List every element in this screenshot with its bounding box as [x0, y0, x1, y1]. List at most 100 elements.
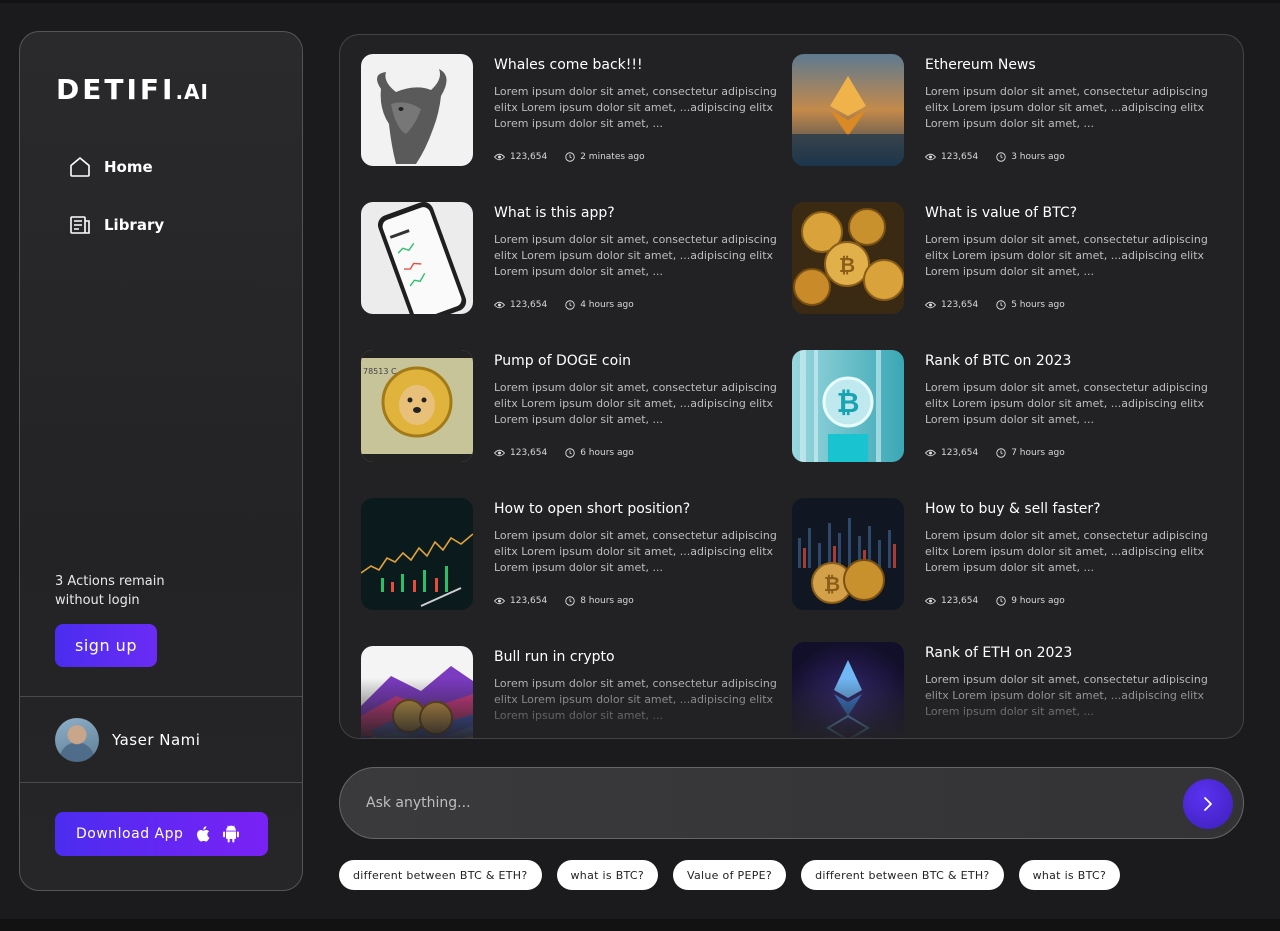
- eye-icon: [925, 301, 936, 309]
- ethereum-thumbnail: [792, 54, 904, 166]
- news-card[interactable]: 78513 C Pump of DOGE coin Lorem ipsum do…: [361, 350, 781, 465]
- phone-app-thumbnail: [361, 202, 473, 314]
- divider: [20, 696, 302, 697]
- card-meta: 123,654 3 hours ago: [925, 152, 1065, 162]
- card-title: How to open short position?: [494, 501, 691, 517]
- clock-icon: [996, 152, 1006, 162]
- suggestion-chip[interactable]: what is BTC?: [1018, 860, 1121, 890]
- news-card[interactable]: ₿ What is value of BTC? Lorem ipsum dolo…: [792, 202, 1212, 317]
- view-count: 123,654: [510, 448, 548, 458]
- news-feed[interactable]: Whales come back!!! Lorem ipsum dolor si…: [339, 34, 1244, 739]
- suggestion-chip[interactable]: different between BTC & ETH?: [339, 860, 542, 890]
- nav-label-home: Home: [104, 158, 153, 176]
- logo-suffix: .AI: [175, 80, 209, 104]
- signup-button[interactable]: sign up: [55, 624, 157, 667]
- actions-remaining: 3 Actions remain without login: [55, 572, 255, 610]
- clock-icon: [565, 448, 575, 458]
- apple-icon: [197, 826, 210, 842]
- download-app-button[interactable]: Download App: [55, 812, 268, 856]
- news-card[interactable]: What is this app? Lorem ipsum dolor sit …: [361, 202, 781, 317]
- eye-icon: [494, 301, 505, 309]
- btc-trading-thumbnail: ₿: [792, 498, 904, 610]
- news-card[interactable]: Bull run in crypto Lorem ipsum dolor sit…: [361, 646, 781, 738]
- clock-icon: [565, 152, 575, 162]
- suggestion-chip[interactable]: what is BTC?: [556, 860, 659, 890]
- send-button[interactable]: [1183, 779, 1233, 829]
- suggestion-chip[interactable]: Value of PEPE?: [673, 860, 787, 890]
- eye-icon: [925, 449, 936, 457]
- home-icon: [70, 157, 90, 177]
- view-count: 123,654: [510, 596, 548, 606]
- nav-item-library[interactable]: Library: [68, 213, 164, 237]
- card-meta: 123,654 4 hours ago: [494, 300, 634, 310]
- card-description: Lorem ipsum dolor sit amet, consectetur …: [925, 529, 1208, 574]
- view-count: 123,654: [510, 152, 548, 162]
- card-description: Lorem ipsum dolor sit amet, consectetur …: [925, 85, 1208, 130]
- svg-text:₿: ₿: [824, 572, 840, 596]
- news-card[interactable]: ₿ How to buy & sell faster? Lorem ipsum …: [792, 498, 1212, 613]
- clock-icon: [565, 300, 575, 310]
- top-edge: [0, 0, 1280, 3]
- svg-text:78513 C: 78513 C: [363, 367, 397, 376]
- card-description: Lorem ipsum dolor sit amet, consectetur …: [925, 673, 1208, 718]
- card-meta: 123,654 5 hours ago: [925, 300, 1065, 310]
- app-logo[interactable]: DETIFI.AI: [56, 73, 209, 106]
- bull-run-thumbnail: [361, 646, 473, 738]
- btc-rank-thumbnail: ₿: [792, 350, 904, 462]
- user-name[interactable]: Yaser Nami: [112, 731, 200, 749]
- svg-text:₿: ₿: [837, 386, 860, 419]
- logo-main: DETIFI: [56, 73, 176, 106]
- bull-thumbnail: [361, 54, 473, 166]
- card-meta: 123,654 6 hours ago: [494, 448, 634, 458]
- card-meta: 123,654 8 hours ago: [494, 596, 634, 606]
- card-title: Rank of ETH on 2023: [925, 645, 1073, 661]
- post-time: 5 hours ago: [1011, 300, 1065, 310]
- ask-bar: [339, 767, 1244, 839]
- platform-icons: [195, 823, 241, 845]
- post-time: 8 hours ago: [580, 596, 634, 606]
- news-card[interactable]: ₿ Rank of BTC on 2023 Lorem ipsum dolor …: [792, 350, 1212, 465]
- doge-coin-thumbnail: 78513 C: [361, 350, 473, 462]
- card-title: What is this app?: [494, 205, 615, 221]
- card-title: Rank of BTC on 2023: [925, 353, 1072, 369]
- library-icon: [70, 216, 90, 234]
- news-card[interactable]: Rank of ETH on 2023 Lorem ipsum dolor si…: [792, 642, 1212, 738]
- view-count: 123,654: [510, 300, 548, 310]
- news-card[interactable]: How to open short position? Lorem ipsum …: [361, 498, 781, 613]
- card-meta: 123,654 9 hours ago: [925, 596, 1065, 606]
- download-label: Download App: [76, 826, 184, 842]
- card-description: Lorem ipsum dolor sit amet, consectetur …: [494, 85, 777, 130]
- post-time: 4 hours ago: [580, 300, 634, 310]
- card-meta: 123,654 2 minates ago: [494, 152, 645, 162]
- actions-line-1: 3 Actions remain: [55, 574, 165, 589]
- view-count: 123,654: [941, 448, 979, 458]
- news-card[interactable]: Whales come back!!! Lorem ipsum dolor si…: [361, 54, 781, 169]
- post-time: 7 hours ago: [1011, 448, 1065, 458]
- news-card[interactable]: Ethereum News Lorem ipsum dolor sit amet…: [792, 54, 1212, 169]
- ask-input[interactable]: [366, 768, 1146, 838]
- chevron-right-icon: [1204, 797, 1212, 811]
- clock-icon: [996, 596, 1006, 606]
- nav-item-home[interactable]: Home: [68, 155, 153, 179]
- card-title: What is value of BTC?: [925, 205, 1078, 221]
- card-description: Lorem ipsum dolor sit amet, consectetur …: [494, 233, 777, 278]
- eth-rank-thumbnail: [792, 642, 904, 738]
- post-time: 3 hours ago: [1011, 152, 1065, 162]
- eye-icon: [925, 153, 936, 161]
- card-description: Lorem ipsum dolor sit amet, consectetur …: [494, 381, 777, 426]
- post-time: 6 hours ago: [580, 448, 634, 458]
- card-title: Pump of DOGE coin: [494, 353, 631, 369]
- clock-icon: [565, 596, 575, 606]
- eye-icon: [494, 597, 505, 605]
- bitcoin-coins-thumbnail: ₿: [792, 202, 904, 314]
- card-meta: 123,654 7 hours ago: [925, 448, 1065, 458]
- android-icon: [223, 825, 240, 843]
- post-time: 2 minates ago: [580, 152, 645, 162]
- suggestion-chip[interactable]: different between BTC & ETH?: [801, 860, 1004, 890]
- eye-icon: [494, 153, 505, 161]
- eye-icon: [925, 597, 936, 605]
- avatar[interactable]: [55, 718, 99, 762]
- card-title: How to buy & sell faster?: [925, 501, 1101, 517]
- card-title: Bull run in crypto: [494, 649, 615, 665]
- clock-icon: [996, 448, 1006, 458]
